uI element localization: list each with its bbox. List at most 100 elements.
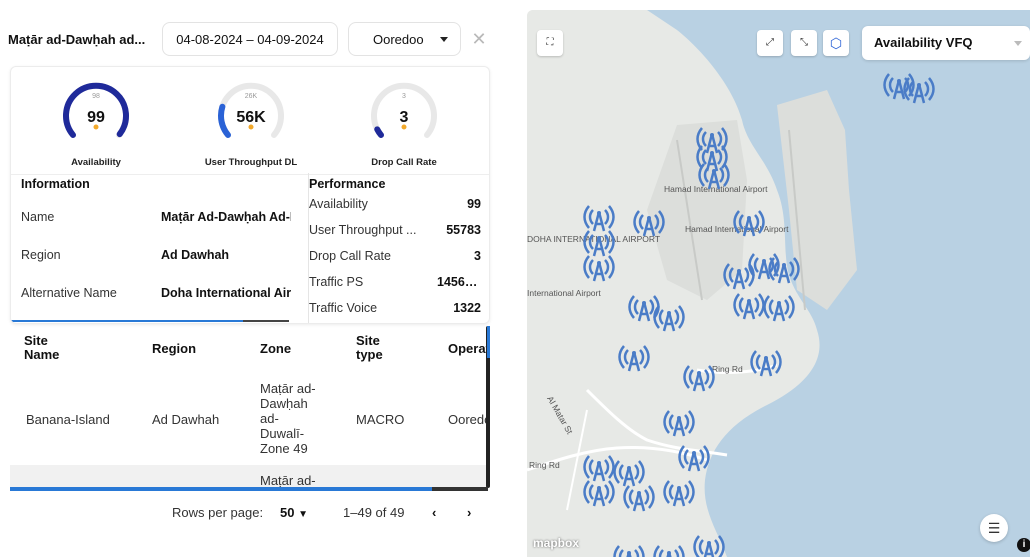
perf-value: 99: [467, 197, 481, 211]
info-icon[interactable]: i: [1017, 538, 1030, 552]
cell-tower-icon[interactable]: [582, 250, 616, 284]
gauge-label: Availability: [71, 157, 121, 168]
perf-value: 55783: [446, 223, 481, 237]
perf-row: Availability 99: [309, 194, 489, 214]
perf-value: 145632...: [437, 275, 481, 289]
layer-select[interactable]: Availability VFQ: [862, 26, 1030, 60]
info-row: Name Maṭār Ad-Dawḥah Ad-Duwalī: [21, 207, 301, 227]
chevron-left-icon[interactable]: ‹: [432, 505, 436, 520]
cell-tower-icon[interactable]: [902, 72, 936, 106]
perf-key: Drop Call Rate: [309, 249, 391, 263]
app-root: Maṭār ad-Dawḥah ad... 04-08-2024 – 04-09…: [0, 0, 1030, 557]
legend-list-icon[interactable]: ☰: [980, 514, 1008, 542]
filter-bar: Maṭār ad-Dawḥah ad... 04-08-2024 – 04-09…: [0, 22, 500, 56]
map-label: International Airport: [527, 288, 601, 298]
expand-icon[interactable]: ⤢: [757, 30, 783, 56]
gauge-value: 3: [399, 109, 409, 126]
info-row: Region Ad Dawhah: [21, 245, 301, 265]
cell-site-type: MACRO: [356, 412, 405, 427]
cell-tower-icon[interactable]: [662, 475, 696, 509]
table-horizontal-scrollbar-thumb[interactable]: [432, 487, 488, 491]
cell-tower-icon[interactable]: [732, 205, 766, 239]
gauge-throughput: 26K 56K User Throughput DL: [205, 73, 297, 173]
map-view[interactable]: Hamad International Airport Hamad Intern…: [527, 10, 1030, 557]
cell-tower-icon[interactable]: [612, 540, 646, 557]
gauge-availability: 98 99 Availability: [51, 73, 141, 173]
gauge-value: 56K: [236, 109, 266, 126]
date-range-picker[interactable]: 04-08-2024 – 04-09-2024: [162, 22, 338, 56]
column-header-site-name[interactable]: Site Name: [24, 334, 84, 362]
gauge-reference: 26K: [244, 93, 258, 100]
kpi-card: 98 99 Availability 26K 56K User Throughp…: [10, 66, 490, 324]
cell-site-name[interactable]: Banana-Island: [26, 412, 110, 427]
gauge-reference: 98: [92, 93, 100, 100]
perf-value: 1322: [453, 301, 481, 315]
map-label: Ring Rd: [529, 460, 560, 470]
chevron-right-icon[interactable]: ›: [467, 505, 471, 520]
column-header-operator[interactable]: Operator: [448, 342, 488, 356]
gauge-label: User Throughput DL: [204, 157, 298, 168]
caret-down-icon: ▼: [298, 509, 308, 520]
cell-tower-icon[interactable]: [677, 440, 711, 474]
cell-tower-icon[interactable]: [652, 300, 686, 334]
cell-tower-icon[interactable]: [582, 475, 616, 509]
fullscreen-icon[interactable]: ⛶: [537, 30, 563, 56]
mapbox-logo: mapbox: [533, 536, 579, 550]
rows-per-page-value: 50: [280, 505, 295, 520]
sites-table: Site Name Region Zone Site type Operator…: [10, 326, 488, 490]
perf-row: Traffic PS 145632...: [309, 272, 489, 292]
cell-tower-icon[interactable]: [617, 340, 651, 374]
perf-row: Traffic Voice 1322: [309, 298, 489, 318]
column-header-site-type[interactable]: Site type: [356, 334, 406, 362]
gauge-value: 99: [87, 109, 105, 126]
perf-row: Drop Call Rate 3: [309, 246, 489, 266]
cell-region: Ad Dawhah: [152, 412, 220, 427]
column-header-region[interactable]: Region: [152, 342, 196, 356]
info-scrollbar[interactable]: [11, 320, 243, 322]
perf-value: 3: [474, 249, 481, 263]
operator-value: Ooredoo: [373, 31, 424, 47]
rows-per-page-select[interactable]: 50 ▼: [280, 505, 308, 520]
cell-tower-icon[interactable]: [632, 205, 666, 239]
performance-title: Performance: [309, 177, 386, 191]
location-selector[interactable]: Maṭār ad-Dawḥah ad...: [0, 22, 150, 56]
polygon-icon[interactable]: ⬡: [823, 30, 849, 56]
map-label: Ring Rd: [712, 364, 743, 374]
cell-tower-icon[interactable]: [692, 530, 726, 557]
perf-key: Traffic PS: [309, 275, 364, 289]
gauge-drop-call: 3 3 Drop Call Rate: [359, 73, 449, 173]
info-value: Maṭār Ad-Dawḥah Ad-Duwalī: [161, 210, 291, 224]
cell-operator: Ooredoo: [448, 412, 488, 427]
info-value: Doha International Airport: [161, 286, 291, 300]
cell-tower-icon[interactable]: [749, 345, 783, 379]
cell-tower-icon[interactable]: [697, 158, 731, 192]
cell-tower-icon[interactable]: [732, 288, 766, 322]
cell-tower-icon[interactable]: [682, 360, 716, 394]
cell-tower-icon[interactable]: [662, 405, 696, 439]
collapse-icon[interactable]: ⤡: [791, 30, 817, 56]
info-key: Region: [21, 248, 61, 262]
cell-tower-icon[interactable]: [622, 480, 656, 514]
table-horizontal-scrollbar[interactable]: [10, 487, 432, 491]
info-value: Ad Dawhah: [161, 248, 230, 262]
info-scrollbar-thumb[interactable]: [243, 320, 289, 322]
divider: [11, 174, 489, 175]
table-vertical-scrollbar-thumb[interactable]: [487, 326, 490, 358]
gauge-label: Drop Call Rate: [371, 157, 437, 168]
caret-down-icon: [1014, 41, 1022, 46]
operator-select[interactable]: Ooredoo: [348, 22, 461, 56]
column-header-zone[interactable]: Zone: [260, 342, 291, 356]
pagination-range: 1–49 of 49: [343, 505, 405, 520]
mapbox-attribution: mapbox: [533, 536, 580, 550]
caret-down-icon: [440, 37, 448, 42]
perf-key: User Throughput ...: [309, 223, 417, 237]
cell-tower-icon[interactable]: [652, 540, 686, 557]
layer-select-value: Availability VFQ: [874, 35, 973, 50]
information-title: Information: [21, 177, 90, 191]
cell-zone: Maṭār ad-Dawḥah ad-Duwalī-Zone 49: [260, 381, 316, 456]
cell-tower-icon[interactable]: [767, 252, 801, 286]
cell-tower-icon[interactable]: [762, 290, 796, 324]
close-icon[interactable]: ✕: [470, 30, 488, 48]
perf-row: User Throughput ... 55783: [309, 220, 489, 240]
info-key: Name: [21, 210, 55, 224]
